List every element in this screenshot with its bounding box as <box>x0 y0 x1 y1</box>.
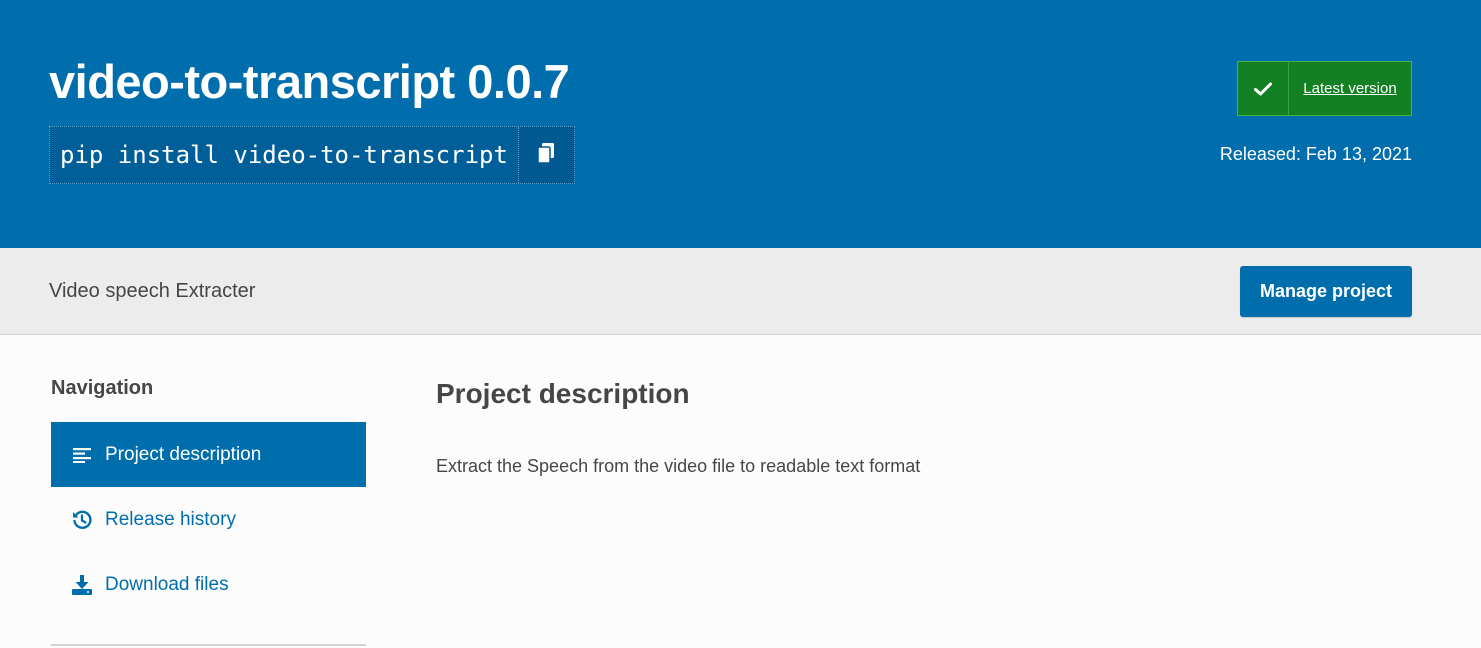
package-title: video-to-transcript 0.0.7 <box>49 55 570 108</box>
download-icon <box>71 574 93 596</box>
nav-item-label: Project description <box>105 443 262 465</box>
release-date: Released: Feb 13, 2021 <box>1219 144 1412 164</box>
navigation-heading: Navigation <box>51 377 154 399</box>
nav-item-project-description[interactable]: Project description <box>51 422 366 487</box>
manage-project-button[interactable]: Manage project <box>1240 266 1412 317</box>
package-header: video-to-transcript 0.0.7 pip install vi… <box>0 0 1481 248</box>
checkmark-icon <box>1238 62 1289 115</box>
nav-item-release-history[interactable]: Release history <box>51 487 366 552</box>
package-summary-bar: Video speech Extracter Manage project <box>0 248 1481 335</box>
nav-divider <box>51 644 366 646</box>
copy-icon <box>537 142 555 169</box>
nav-item-download-files[interactable]: Download files <box>51 552 366 617</box>
pip-install-command: pip install video-to-transcript <box>49 126 575 184</box>
package-summary: Video speech Extracter <box>49 280 256 302</box>
project-description-heading: Project description <box>436 378 690 409</box>
history-icon <box>71 509 93 531</box>
project-description-text: Extract the Speech from the video file t… <box>436 456 921 476</box>
nav-item-label: Download files <box>105 573 229 595</box>
copy-button[interactable] <box>517 127 574 183</box>
align-left-icon <box>71 444 93 466</box>
pip-install-text[interactable]: pip install video-to-transcript <box>50 127 518 183</box>
nav-item-label: Release history <box>105 508 236 530</box>
latest-version-badge[interactable]: Latest version <box>1237 61 1412 116</box>
latest-version-link[interactable]: Latest version <box>1289 62 1411 115</box>
